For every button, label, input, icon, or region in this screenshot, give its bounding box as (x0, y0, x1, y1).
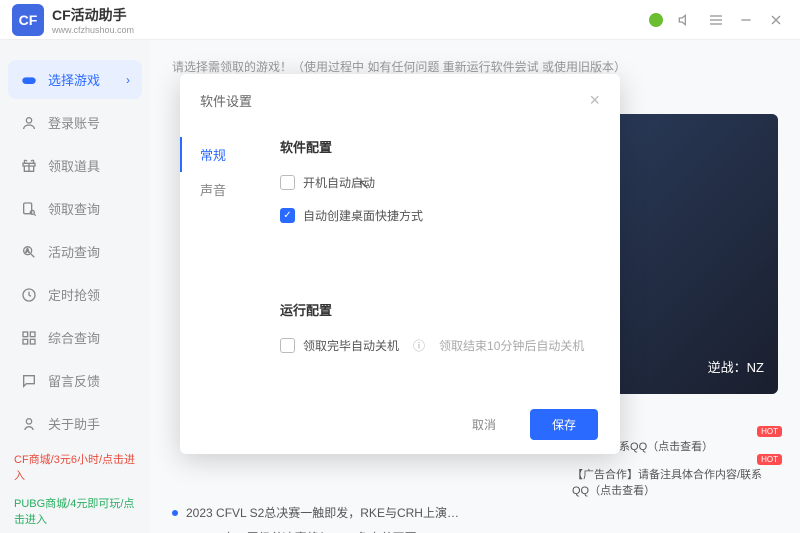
help-icon: ⓘ (413, 337, 425, 354)
option-shutdown-label: 领取完毕自动关机 (303, 337, 399, 354)
section-software-config: 软件配置 (280, 137, 590, 156)
save-button[interactable]: 保存 (530, 409, 598, 440)
modal-tabs: 常规 声音 (180, 119, 250, 395)
modal-title: 软件设置 (200, 91, 252, 110)
settings-modal: 软件设置 × 常规 声音 软件配置 开机自动启动 ↖ ✓ 自动创建桌面快捷方式 (180, 74, 620, 454)
cursor-icon: ↖ (358, 176, 370, 193)
modal-close-button[interactable]: × (589, 90, 600, 111)
option-shortcut-label: 自动创建桌面快捷方式 (303, 207, 423, 224)
option-autostart[interactable]: 开机自动启动 ↖ (280, 174, 590, 191)
tab-sound[interactable]: 声音 (180, 172, 250, 207)
cancel-button[interactable]: 取消 (450, 409, 518, 440)
option-shutdown[interactable]: 领取完毕自动关机 (280, 337, 399, 354)
tab-general[interactable]: 常规 (180, 137, 250, 172)
checkbox-unchecked-icon[interactable] (280, 338, 295, 353)
help-text: 领取结束10分钟后自动关机 (439, 337, 584, 354)
option-shortcut[interactable]: ✓ 自动创建桌面快捷方式 (280, 207, 590, 224)
section-run-config: 运行配置 (280, 300, 590, 319)
checkbox-checked-icon[interactable]: ✓ (280, 208, 295, 223)
modal-overlay: 软件设置 × 常规 声音 软件配置 开机自动启动 ↖ ✓ 自动创建桌面快捷方式 (0, 0, 800, 533)
checkbox-unchecked-icon[interactable] (280, 175, 295, 190)
modal-panel: 软件配置 开机自动启动 ↖ ✓ 自动创建桌面快捷方式 运行配置 领取完毕自动关机 (250, 119, 620, 395)
